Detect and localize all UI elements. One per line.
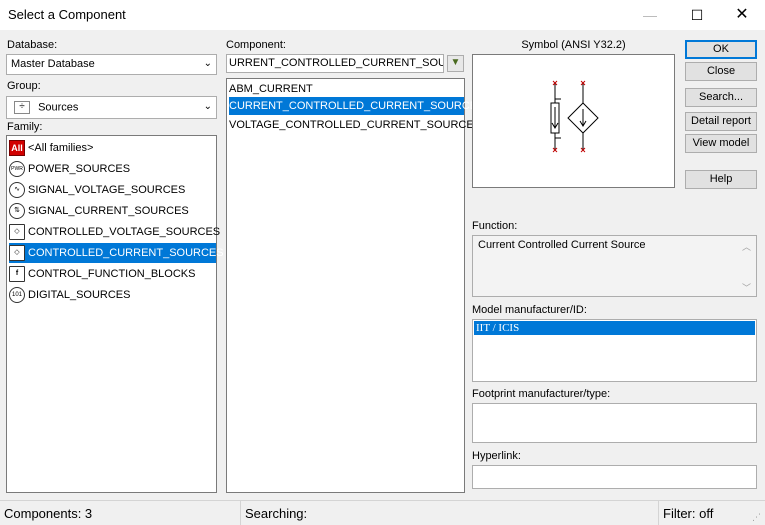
filter-icon[interactable]: ▼ (447, 55, 464, 72)
controlled-current-icon: ◇ (9, 245, 25, 262)
status-divider (658, 500, 659, 525)
database-label: Database: (7, 39, 58, 51)
symbol-label: Symbol (ANSI Y32.2) (521, 39, 626, 51)
symbol-preview (472, 54, 675, 188)
window-title: Select a Component (8, 7, 126, 22)
status-bar (0, 500, 765, 525)
family-item-control-function-blocks[interactable]: f CONTROL_FUNCTION_BLOCKS (9, 264, 195, 284)
family-list[interactable]: All <All families> PWR POWER_SOURCES ∿ SIGN… (6, 135, 224, 493)
family-item-digital-sources[interactable]: 101 DIGITAL_SOURCES (9, 285, 131, 305)
searching-status: Searching: (245, 506, 308, 521)
chevron-down-icon: ⌄ (203, 101, 212, 112)
component-item[interactable]: ABM_CURRENT (229, 79, 313, 99)
cccs-symbol (550, 80, 599, 153)
digital-source-icon: 101 (9, 287, 25, 304)
power-source-icon: PWR (9, 161, 25, 178)
component-item-selected[interactable]: CURRENT_CONTROLLED_CURRENT_SOURCE (229, 97, 477, 115)
model-list[interactable]: IIT / ICIS (472, 319, 757, 382)
help-button[interactable]: Help (685, 170, 757, 189)
footprint-field[interactable] (472, 403, 757, 443)
component-list[interactable]: ABM_CURRENT CURRENT_CONTROLLED_CURRENT_S… (226, 78, 477, 493)
view-model-button[interactable]: View model (685, 134, 757, 153)
database-select[interactable]: Master Database ⌄ (6, 54, 217, 75)
status-divider (240, 500, 241, 525)
family-item-all[interactable]: All <All families> (9, 138, 93, 158)
group-label: Group: (7, 80, 41, 92)
model-label: Model manufacturer/ID: (472, 304, 587, 316)
component-item[interactable]: VOLTAGE_CONTROLLED_CURRENT_SOURCE (229, 115, 474, 135)
model-item[interactable]: IIT / ICIS (474, 321, 755, 335)
family-item-signal-voltage-sources[interactable]: ∿ SIGNAL_VOLTAGE_SOURCES (9, 180, 185, 200)
family-item-signal-current-sources[interactable]: ⇅ SIGNAL_CURRENT_SOURCES (9, 201, 189, 221)
family-label: Family: (7, 121, 43, 133)
component-label: Component: (226, 39, 286, 51)
group-select[interactable]: ÷ Sources ⌄ (6, 96, 217, 119)
close-button[interactable]: Close (685, 62, 757, 81)
hyperlink-field[interactable] (472, 465, 757, 489)
detail-report-button[interactable]: Detail report (685, 112, 757, 131)
hyperlink-label: Hyperlink: (472, 450, 521, 462)
maximize-button[interactable]: ☐ (677, 0, 717, 30)
close-window-button[interactable]: ✕ (722, 0, 762, 30)
resize-grip-icon[interactable]: ⋰ (752, 512, 761, 523)
family-item-power-sources[interactable]: PWR POWER_SOURCES (9, 159, 130, 179)
footprint-label: Footprint manufacturer/type: (472, 388, 611, 400)
ok-button[interactable]: OK (685, 40, 757, 59)
filter-status: Filter: off (663, 506, 714, 521)
components-count: Components: 3 (4, 506, 93, 521)
function-label: Function: (472, 220, 518, 232)
signal-current-icon: ⇅ (9, 203, 25, 220)
all-families-icon: All (9, 140, 25, 157)
group-value: Sources (38, 101, 79, 114)
chevron-down-icon: ⌄ (203, 58, 212, 69)
minimize-button[interactable]: — (630, 0, 670, 30)
family-item-controlled-current-sources[interactable]: ◇ CONTROLLED_CURRENT_SOURCES (9, 243, 224, 263)
scroll-up-icon[interactable]: ︿ (742, 240, 751, 253)
function-text: Current Controlled Current Source ︿ ﹀ (472, 235, 757, 297)
database-value: Master Database (11, 58, 95, 70)
signal-voltage-icon: ∿ (9, 182, 25, 199)
control-function-icon: f (9, 266, 25, 283)
search-button[interactable]: Search... (685, 88, 757, 107)
scroll-down-icon[interactable]: ﹀ (742, 281, 751, 294)
sources-group-icon: ÷ (14, 101, 30, 114)
controlled-voltage-icon: ◇ (9, 224, 25, 241)
component-search-input[interactable]: URRENT_CONTROLLED_CURRENT_SOURCE (226, 54, 444, 73)
family-item-controlled-voltage-sources[interactable]: ◇ CONTROLLED_VOLTAGE_SOURCES (9, 222, 220, 242)
